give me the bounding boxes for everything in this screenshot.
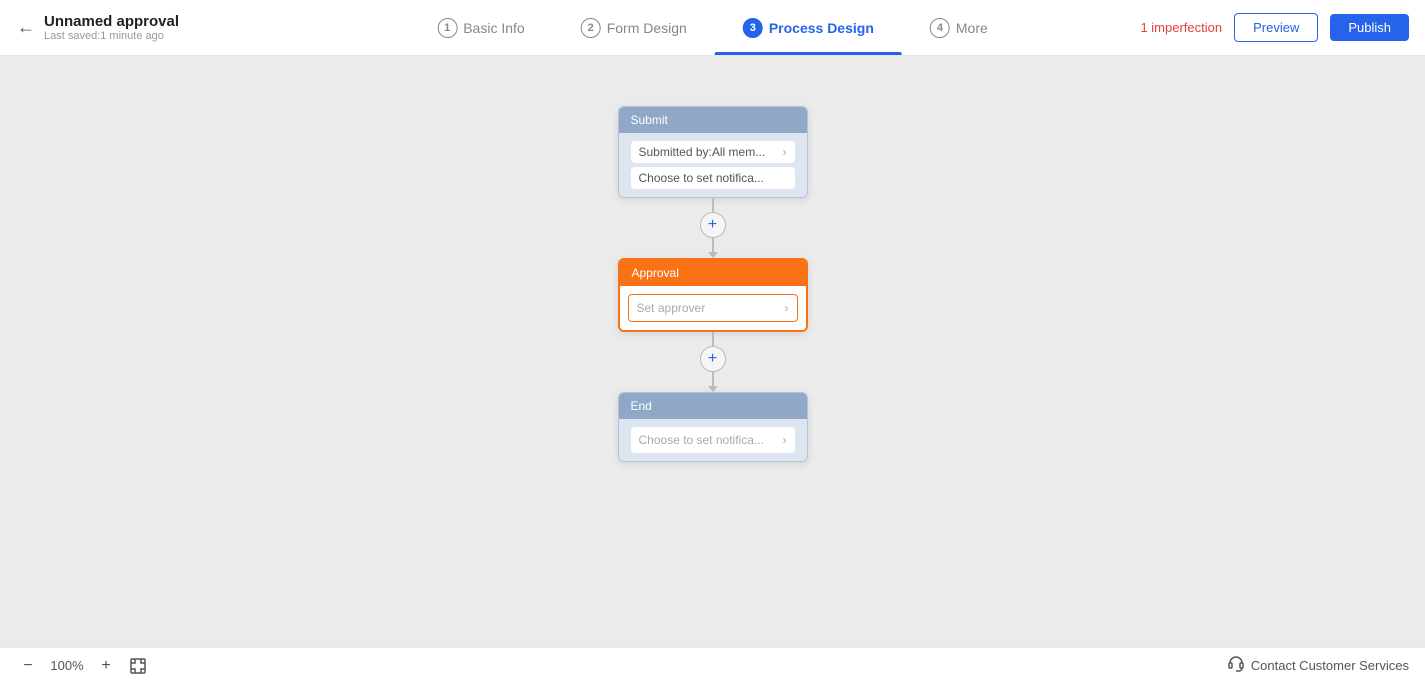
footer: − 100% + Contact Customer Services <box>0 647 1425 683</box>
connector-line-top-2 <box>712 332 714 346</box>
submit-row-2-text: Choose to set notifica... <box>639 171 764 185</box>
headset-icon <box>1227 654 1245 677</box>
tab-more[interactable]: 4 More <box>902 0 1016 55</box>
header-right: 1 imperfection Preview Publish <box>1140 13 1409 42</box>
zoom-in-button[interactable]: + <box>94 654 118 678</box>
set-approver-text: Set approver <box>637 301 706 315</box>
tab-label-3: Process Design <box>769 20 874 36</box>
submit-row-1-text: Submitted by:All mem... <box>639 145 766 159</box>
zoom-level-display: 100% <box>48 658 86 673</box>
tab-basic-info[interactable]: 1 Basic Info <box>409 0 552 55</box>
app-title: Unnamed approval <box>44 13 179 30</box>
tab-label-1: Basic Info <box>463 20 524 36</box>
title-group: Unnamed approval Last saved:1 minute ago <box>44 13 179 42</box>
tab-form-design[interactable]: 2 Form Design <box>553 0 715 55</box>
tab-label-4: More <box>956 20 988 36</box>
chevron-icon-3: › <box>783 433 787 447</box>
tab-num-3: 3 <box>743 18 763 38</box>
approval-node[interactable]: Approval Set approver › <box>618 258 808 332</box>
fit-screen-button[interactable] <box>126 654 150 678</box>
submit-node-header: Submit <box>619 107 807 133</box>
end-node-header: End <box>619 393 807 419</box>
tab-num-1: 1 <box>437 18 457 38</box>
back-icon: ← <box>16 18 36 38</box>
publish-button[interactable]: Publish <box>1330 14 1409 41</box>
tab-num-2: 2 <box>581 18 601 38</box>
end-row-text: Choose to set notifica... <box>639 433 764 447</box>
app-subtitle: Last saved:1 minute ago <box>44 30 179 42</box>
tab-process-design[interactable]: 3 Process Design <box>715 0 902 55</box>
connector-1: + <box>700 198 726 258</box>
approval-node-body: Set approver › <box>620 286 806 330</box>
back-button[interactable]: ← <box>16 18 36 38</box>
zoom-controls: − 100% + <box>16 654 150 678</box>
customer-service-label: Contact Customer Services <box>1251 658 1409 673</box>
process-design-canvas: Submit Submitted by:All mem... › Choose … <box>0 56 1425 647</box>
chevron-icon-1: › <box>783 145 787 159</box>
end-node-body: Choose to set notifica... › <box>619 419 807 461</box>
approval-node-header: Approval <box>620 260 806 286</box>
connector-line-bottom-1 <box>712 238 714 252</box>
submit-node-body: Submitted by:All mem... › Choose to set … <box>619 133 807 197</box>
tab-num-4: 4 <box>930 18 950 38</box>
preview-button[interactable]: Preview <box>1234 13 1318 42</box>
connector-line-top-1 <box>712 198 714 212</box>
chevron-icon-2: › <box>785 301 789 315</box>
tab-label-2: Form Design <box>607 20 687 36</box>
nav-tabs: 1 Basic Info 2 Form Design 3 Process Des… <box>409 0 1016 55</box>
zoom-out-button[interactable]: − <box>16 654 40 678</box>
submit-node[interactable]: Submit Submitted by:All mem... › Choose … <box>618 106 808 198</box>
header: ← Unnamed approval Last saved:1 minute a… <box>0 0 1425 56</box>
add-step-button-1[interactable]: + <box>700 212 726 238</box>
approval-set-approver[interactable]: Set approver › <box>628 294 798 322</box>
connector-line-bottom-2 <box>712 372 714 386</box>
submit-row-2[interactable]: Choose to set notifica... <box>631 167 795 189</box>
end-node[interactable]: End Choose to set notifica... › <box>618 392 808 462</box>
add-step-button-2[interactable]: + <box>700 346 726 372</box>
submit-row-1[interactable]: Submitted by:All mem... › <box>631 141 795 163</box>
customer-service-link[interactable]: Contact Customer Services <box>1227 654 1409 677</box>
connector-2: + <box>700 332 726 392</box>
end-row-1[interactable]: Choose to set notifica... › <box>631 427 795 453</box>
flow-container: Submit Submitted by:All mem... › Choose … <box>618 106 808 462</box>
imperfection-badge: 1 imperfection <box>1140 20 1222 35</box>
